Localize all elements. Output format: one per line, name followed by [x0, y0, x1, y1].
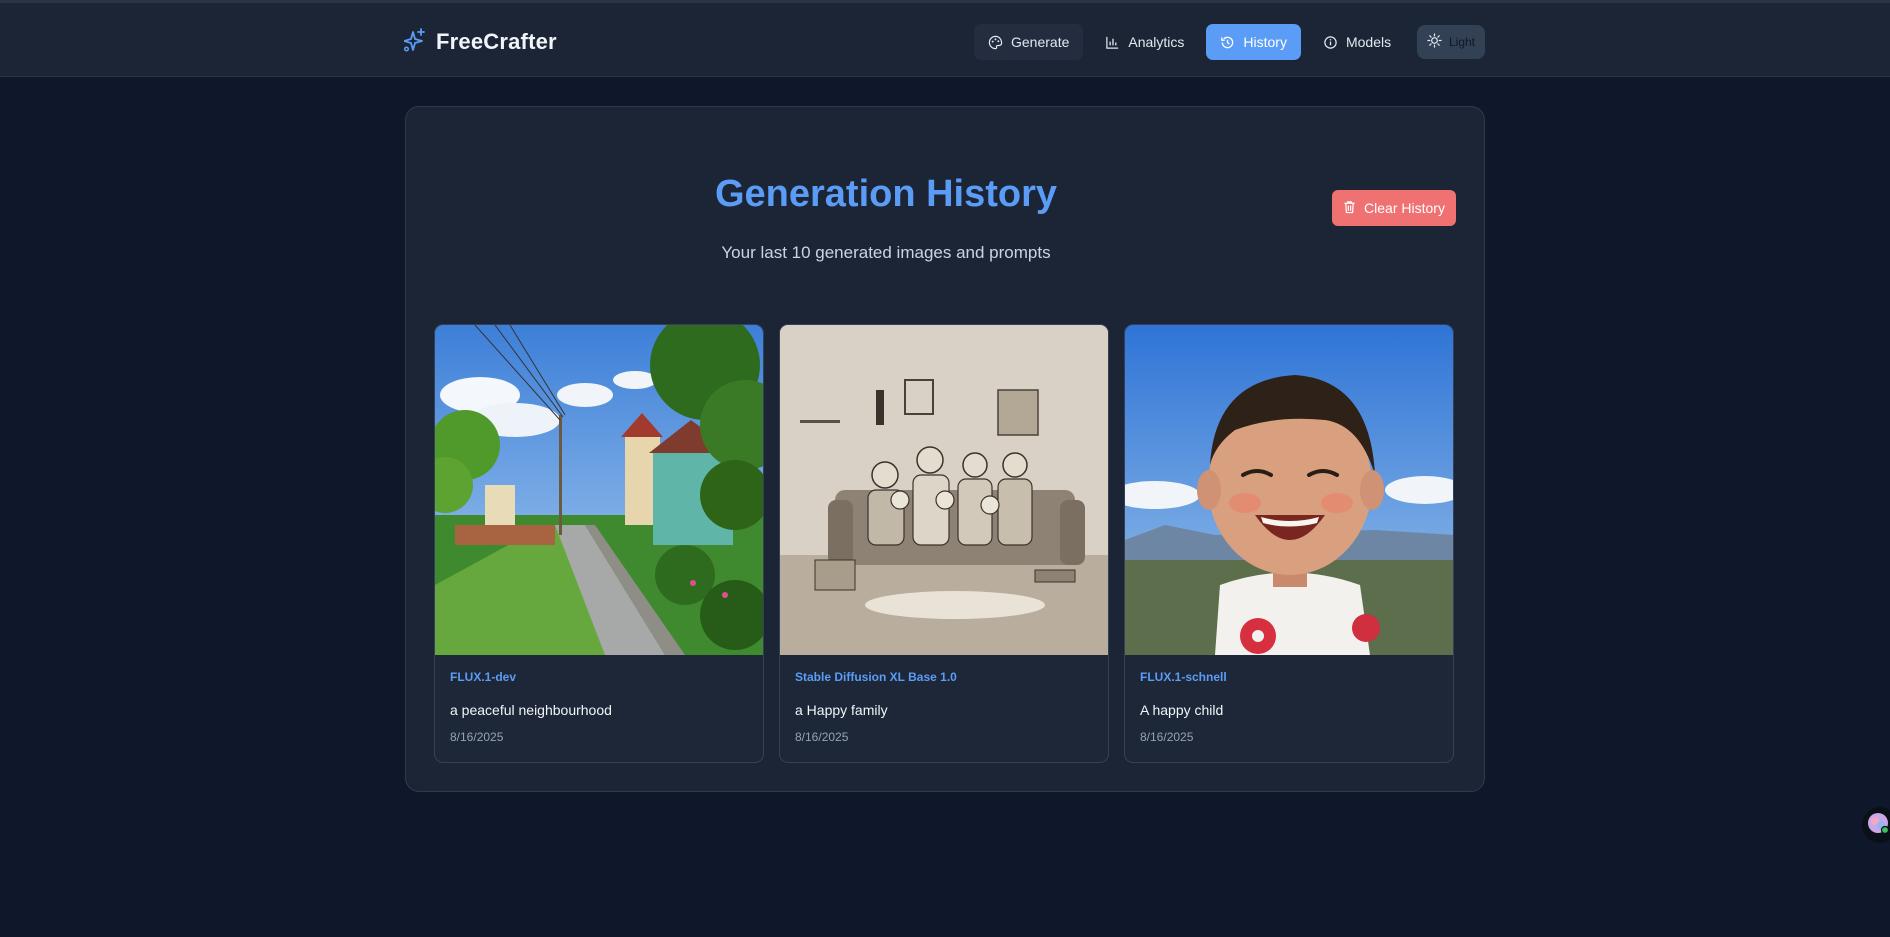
- history-card[interactable]: FLUX.1-dev a peaceful neighbourhood 8/16…: [434, 324, 764, 763]
- nav-analytics-label: Analytics: [1128, 34, 1185, 50]
- history-grid: FLUX.1-dev a peaceful neighbourhood 8/16…: [434, 324, 1454, 763]
- nav-generate[interactable]: Generate: [974, 24, 1084, 60]
- prompt-text: a peaceful neighbourhood: [450, 702, 612, 718]
- theme-toggle-label: Light: [1448, 35, 1476, 49]
- palette-icon: [988, 35, 1003, 50]
- page-title: Generation History: [714, 173, 1058, 215]
- generation-date: 8/16/2025: [450, 730, 504, 744]
- sparkles-icon: [403, 27, 426, 57]
- history-card[interactable]: Stable Diffusion XL Base 1.0 a Happy fam…: [779, 324, 1109, 763]
- generated-image-family[interactable]: [780, 325, 1108, 655]
- brand-name: FreeCrafter: [436, 29, 557, 54]
- nav-history-label: History: [1243, 34, 1287, 50]
- trash-icon: [1343, 200, 1356, 217]
- theme-toggle-button[interactable]: Light: [1417, 25, 1485, 59]
- nav-analytics[interactable]: Analytics: [1091, 24, 1198, 60]
- sun-icon: [1427, 33, 1442, 51]
- generated-image-neighbourhood[interactable]: [435, 325, 763, 655]
- model-name: FLUX.1-schnell: [1140, 670, 1227, 684]
- main-nav: Generate Analytics History Models: [974, 24, 1405, 60]
- generated-image-child[interactable]: [1125, 325, 1453, 655]
- brand-logo[interactable]: FreeCrafter: [403, 27, 557, 57]
- generation-date: 8/16/2025: [1140, 730, 1194, 744]
- nav-models[interactable]: Models: [1309, 24, 1405, 60]
- clear-history-button[interactable]: Clear History: [1332, 190, 1456, 226]
- info-icon: [1323, 35, 1338, 50]
- nav-generate-label: Generate: [1011, 34, 1070, 50]
- prompt-text: a Happy family: [795, 702, 888, 718]
- history-card[interactable]: FLUX.1-schnell A happy child 8/16/2025: [1124, 324, 1454, 763]
- history-panel: Generation History Your last 10 generate…: [405, 106, 1485, 792]
- model-name: FLUX.1-dev: [450, 670, 517, 684]
- nav-history[interactable]: History: [1206, 24, 1301, 60]
- history-icon: [1220, 35, 1235, 50]
- bar-chart-icon: [1105, 35, 1120, 50]
- nav-models-label: Models: [1345, 34, 1392, 50]
- prompt-text: A happy child: [1140, 702, 1224, 718]
- generation-date: 8/16/2025: [795, 730, 849, 744]
- model-name: Stable Diffusion XL Base 1.0: [795, 670, 957, 684]
- assistant-avatar-icon: [1866, 811, 1890, 840]
- page-subtitle: Your last 10 generated images and prompt…: [721, 243, 1051, 262]
- floating-assistant-button[interactable]: [1862, 807, 1890, 843]
- top-navbar: FreeCrafter Generate Analytics History M…: [0, 0, 1890, 77]
- clear-history-label: Clear History: [1364, 200, 1445, 216]
